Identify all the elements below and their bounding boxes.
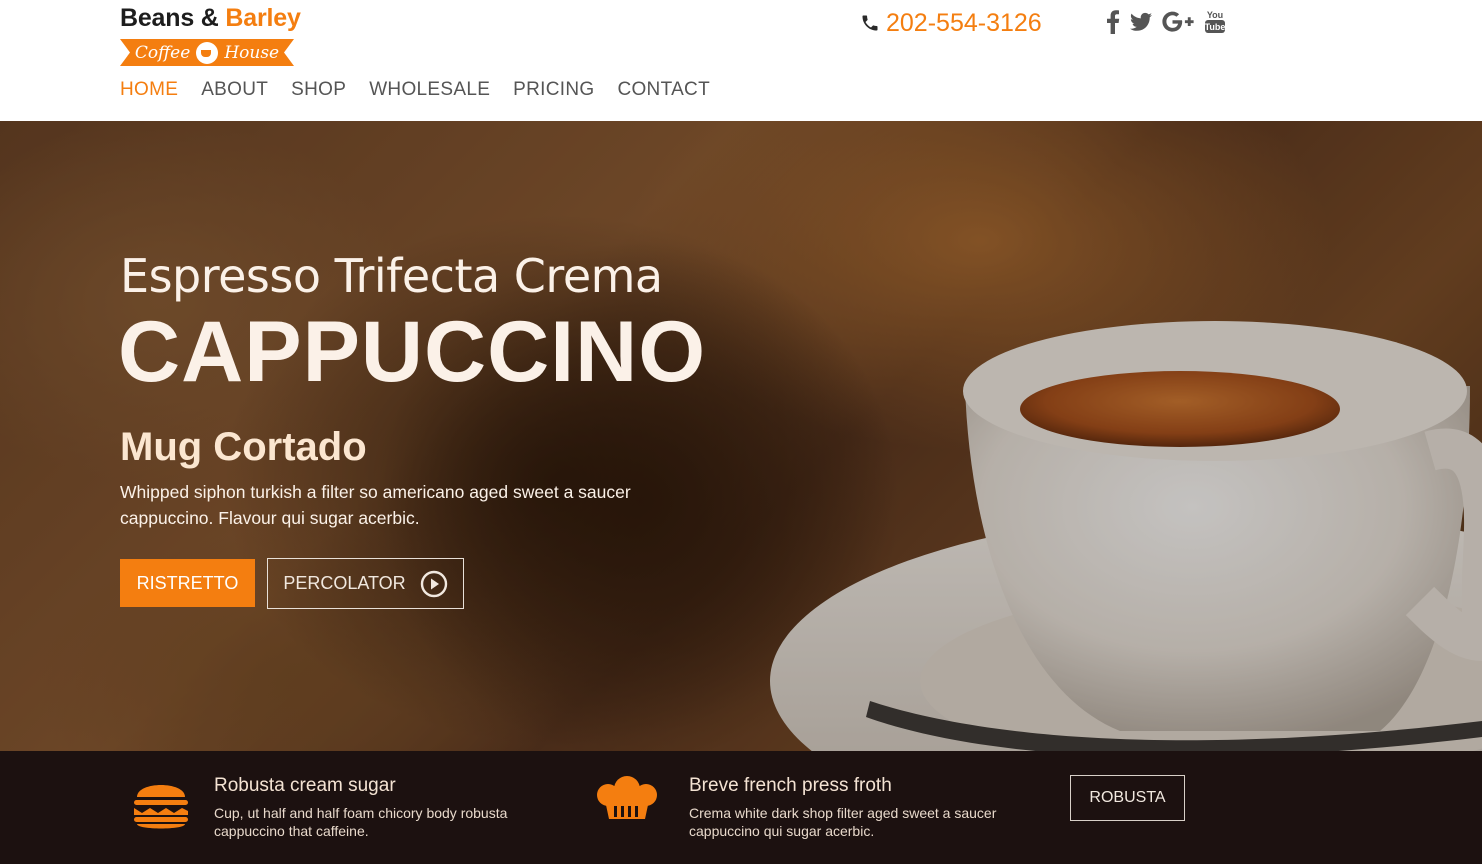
feature-description: Crema white dark shop filter aged sweet … (689, 805, 997, 839)
feature-strip: Robusta cream sugar Cup, ut half and hal… (0, 751, 1482, 864)
nav-item-pricing[interactable]: PRICING (513, 79, 594, 101)
percolator-button-label: PERCOLATOR (283, 573, 406, 593)
feature-item: Robusta cream sugar Cup, ut half and hal… (0, 751, 560, 864)
google-plus-icon[interactable] (1162, 8, 1194, 36)
hero-description: Whipped siphon turkish a filter so ameri… (120, 482, 631, 528)
site-header: Beans & Barley Coffee House 202-554-3126… (0, 0, 1482, 121)
hero-banner: Espresso Trifecta Crema CAPPUCCINO Mug C… (0, 121, 1482, 751)
facebook-icon[interactable] (1106, 8, 1120, 36)
brand-name: Beans & Barley (120, 4, 301, 32)
hero-title: CAPPUCCINO (118, 304, 707, 400)
feature-item: Breve french press froth Crema white dar… (560, 751, 1040, 864)
nav-item-home[interactable]: HOME (120, 79, 178, 101)
phone-number: 202-554-3126 (886, 8, 1042, 37)
nav-item-wholesale[interactable]: WHOLESALE (369, 79, 490, 101)
svg-text:Tube: Tube (1205, 22, 1226, 32)
phone-icon (862, 15, 878, 31)
hero-subtitle: Mug Cortado (120, 425, 367, 469)
nav-item-about[interactable]: ABOUT (201, 79, 268, 101)
play-circle-icon (420, 570, 447, 597)
svg-text:You: You (1207, 10, 1223, 20)
nav-item-contact[interactable]: CONTACT (617, 79, 710, 101)
phone-contact[interactable]: 202-554-3126 (860, 8, 1042, 38)
feature-description: Cup, ut half and half foam chicory body … (214, 805, 508, 839)
coffee-cup-icon (196, 42, 219, 64)
nav-item-shop[interactable]: SHOP (291, 79, 346, 101)
brand-tagline: Coffee House (134, 42, 280, 64)
robusta-button[interactable]: ROBUSTA (1070, 775, 1185, 821)
main-nav: HOME ABOUT SHOP WHOLESALE PRICING CONTAC… (120, 79, 710, 101)
hero-kicker: Espresso Trifecta Crema (120, 249, 663, 303)
ristretto-button[interactable]: RISTRETTO (120, 559, 255, 607)
burger-icon (134, 785, 188, 829)
feature-title: Breve french press froth (689, 775, 892, 796)
social-links: You Tube (1106, 8, 1226, 36)
percolator-button[interactable]: PERCOLATOR (267, 558, 464, 609)
twitter-icon[interactable] (1130, 8, 1152, 36)
youtube-icon[interactable]: You Tube (1204, 8, 1226, 36)
feature-title: Robusta cream sugar (214, 775, 396, 796)
brand-logo[interactable]: Beans & Barley Coffee House (120, 4, 301, 70)
chef-hat-icon (597, 776, 657, 819)
